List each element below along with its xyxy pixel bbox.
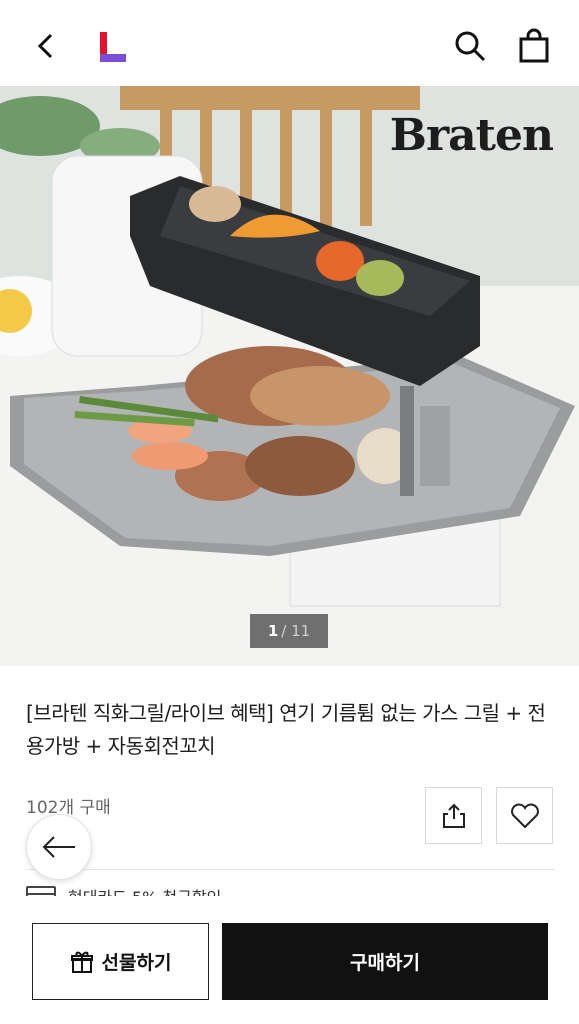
brand-logo-icon[interactable] <box>98 30 128 64</box>
gift-button-label: 선물하기 <box>101 952 172 974</box>
buy-button-label: 구매하기 <box>350 952 420 974</box>
buy-button[interactable]: 구매하기 <box>222 923 548 1000</box>
gift-button[interactable]: 선물하기 <box>32 923 209 1000</box>
product-title: [브라텐 직화그릴/라이브 혜택] 연기 기름튐 없는 가스 그릴 + 전용가방… <box>26 701 546 758</box>
bottom-action-bar: 선물하기 구매하기 <box>0 896 579 1024</box>
floating-back-button[interactable] <box>26 814 92 880</box>
product-image-gallery[interactable]: Braten 1 / 11 <box>0 86 579 666</box>
top-header <box>0 0 579 86</box>
image-counter: 1 / 11 <box>250 614 328 648</box>
gift-icon <box>70 951 93 973</box>
product-photo <box>0 86 579 666</box>
left-arrow-icon <box>42 836 75 858</box>
share-button[interactable] <box>425 787 482 844</box>
section-divider <box>26 869 555 870</box>
image-counter-current: 1 <box>267 622 279 640</box>
wishlist-button[interactable] <box>496 787 553 844</box>
brand-watermark: Braten <box>389 110 554 161</box>
image-counter-total: / 11 <box>281 622 311 640</box>
heart-icon <box>510 803 539 828</box>
purchase-count: 102개 구매 <box>26 798 111 818</box>
shopping-bag-icon[interactable] <box>516 28 552 64</box>
search-icon[interactable] <box>452 28 488 64</box>
share-icon <box>442 803 465 828</box>
back-arrow-icon[interactable] <box>30 28 62 64</box>
